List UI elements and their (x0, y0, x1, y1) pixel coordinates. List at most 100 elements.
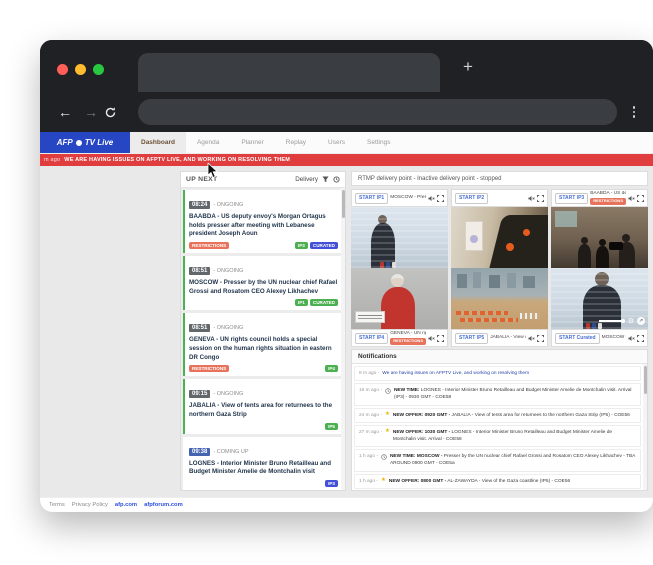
mute-icon[interactable] (428, 335, 435, 342)
close-window-button[interactable] (57, 64, 68, 75)
fullscreen-icon[interactable] (437, 195, 444, 202)
alert-banner: m ago WE ARE HAVING ISSUES ON AFPTV LIVE… (40, 154, 653, 166)
event-status: - COMING UP (213, 449, 248, 455)
event-status: - ONGOING (213, 391, 243, 397)
stream-label-ip5: JABALIA - View of tents ... (490, 335, 526, 341)
star-icon: ★ (381, 478, 386, 484)
start-ip1-button[interactable]: START IP1 (355, 193, 388, 204)
mute-icon[interactable] (628, 335, 635, 342)
rtmp-status-text: RTMP delivery point - Inactive delivery … (358, 176, 502, 182)
browser-toolbar: ← → (40, 92, 653, 132)
fullscreen-icon[interactable] (537, 195, 544, 202)
event-title: BAABDA - US deputy envoy's Morgan Ortagu… (189, 213, 338, 239)
back-icon[interactable]: ← (52, 104, 78, 120)
app-nav-bar: AFP TV Live Dashboard Agenda Planner Rep… (40, 132, 653, 154)
mute-icon[interactable] (628, 195, 635, 202)
star-icon: ★ (385, 412, 390, 418)
address-bar[interactable] (138, 99, 617, 125)
filter-funnel-icon[interactable] (322, 176, 329, 183)
tab-users[interactable]: Users (317, 132, 356, 153)
tab-settings[interactable]: Settings (356, 132, 402, 153)
minimize-window-button[interactable] (75, 64, 86, 75)
browser-tab[interactable] (138, 53, 440, 92)
video-thumbnail-curated-moscow[interactable]: ⚙ ↗ (551, 268, 648, 329)
start-curated-button[interactable]: START Curated (555, 333, 600, 344)
notifications-panel: Notifications 8 m ago - We are having is… (351, 349, 648, 491)
delivery-filter-label[interactable]: Delivery (295, 176, 318, 183)
footer-link-afpforum[interactable]: afpforum.com (144, 502, 183, 508)
maximize-window-button[interactable] (93, 64, 104, 75)
video-thumbnail-ip4-geneva[interactable] (351, 268, 448, 329)
restrictions-badge: RESTRICTIONS (390, 338, 426, 345)
player-controls: ⚙ ↗ (599, 317, 645, 325)
player-settings-icon[interactable]: ⚙ (628, 318, 634, 325)
fullscreen-icon[interactable] (637, 195, 644, 202)
footer-link-terms[interactable]: Terms (49, 502, 65, 508)
event-card-lognes[interactable]: 09:38- COMING UP LOGNES - Interior Minis… (183, 437, 343, 490)
notification-row[interactable]: 1 h ago - NEW TIME: MOSCOW - Presser by … (354, 449, 641, 471)
event-time-badge: 08:51 (189, 324, 210, 332)
reload-icon[interactable] (104, 106, 130, 119)
event-time-badge: 09:38 (189, 448, 210, 456)
footer-link-privacy[interactable]: Privacy Policy (72, 502, 108, 508)
event-status: - ONGOING (213, 268, 243, 274)
notification-row[interactable]: 27 m ago - ★ NEW OFFER: 1030 GMT - LOGNE… (354, 425, 641, 447)
notification-text: NEW TIME: MOSCOW - Presser by the UN nuc… (390, 453, 636, 467)
restrictions-badge: RESTRICTIONS (189, 242, 229, 249)
notification-text: NEW OFFER: 1030 GMT - LOGNES - Interior … (393, 429, 636, 443)
event-title: MOSCOW - Presser by the UN nuclear chief… (189, 279, 338, 296)
notification-row[interactable]: 8 m ago - We are having issues on AFPTV … (354, 366, 641, 381)
stream-toolbar-ip3: START IP3 BAABDA - US deputy en... RESTR… (551, 189, 648, 207)
fullscreen-icon[interactable] (537, 335, 544, 342)
mouse-cursor (207, 163, 219, 179)
event-title: GENEVA - UN rights council holds a speci… (189, 336, 338, 362)
notifications-scrollbar[interactable] (643, 364, 647, 490)
stream-label-ip1: MOSCOW - Presser by t... (390, 195, 426, 201)
tab-agenda[interactable]: Agenda (186, 132, 230, 153)
video-thumbnail-ip5-jabalia[interactable] (451, 268, 548, 329)
afp-tv-live-logo: AFP TV Live (40, 132, 130, 153)
forward-icon[interactable]: → (78, 104, 104, 120)
pip-icon[interactable]: ↗ (637, 317, 645, 325)
video-thumbnail-ip3-baabda[interactable] (551, 207, 648, 268)
reset-filter-icon[interactable] (333, 176, 340, 183)
curated-badge: CURATED (310, 242, 338, 249)
notification-row[interactable]: 24 m ago - ★ NEW OFFER: 0920 GMT - JABAL… (354, 408, 641, 423)
start-ip5-button[interactable]: START IP5 (455, 333, 488, 344)
fullscreen-icon[interactable] (637, 335, 644, 342)
mute-icon[interactable] (528, 195, 535, 202)
notification-text: NEW OFFER: 0800 GMT - AL-ZAWAYDA - View … (389, 478, 570, 485)
event-card-jabalia[interactable]: 09:15- ONGOING JABALIA - View of tents a… (183, 379, 343, 433)
tab-dashboard[interactable]: Dashboard (130, 132, 186, 153)
stream-label-ip4: GENEVA - UN rights cou... RESTRICTIONS (390, 331, 426, 345)
tab-planner[interactable]: Planner (230, 132, 274, 153)
seek-bar[interactable] (599, 320, 625, 322)
delivery-point-badge: IP4 (325, 365, 338, 372)
start-ip2-button[interactable]: START IP2 (455, 193, 488, 204)
notifications-list: 8 m ago - We are having issues on AFPTV … (352, 364, 647, 490)
up-next-scrollbar[interactable] (341, 188, 345, 490)
start-ip3-button[interactable]: START IP3 (555, 193, 588, 204)
browser-menu-icon[interactable] (627, 106, 641, 118)
notification-row[interactable]: 16 m ago - NEW TIME: LOGNES - Interior M… (354, 383, 641, 405)
mute-icon[interactable] (428, 195, 435, 202)
logo-afp-text: AFP (57, 138, 73, 147)
notification-row[interactable]: 1 h ago - ★ NEW OFFER: 0800 GMT - AL-ZAW… (354, 474, 641, 489)
tab-replay[interactable]: Replay (275, 132, 317, 153)
notification-time: 16 m ago - (359, 387, 382, 394)
fullscreen-icon[interactable] (437, 335, 444, 342)
browser-tab-strip: + (40, 40, 653, 92)
alert-banner-message: WE ARE HAVING ISSUES ON AFPTV LIVE, AND … (64, 157, 290, 163)
mute-icon[interactable] (528, 335, 535, 342)
start-ip4-button[interactable]: START IP4 (355, 333, 388, 344)
new-tab-button[interactable]: + (458, 57, 478, 77)
event-card-moscow[interactable]: 08:51- ONGOING MOSCOW - Presser by the U… (183, 256, 343, 310)
up-next-list: 08:24- ONGOING BAABDA - US deputy envoy'… (181, 188, 345, 490)
event-card-baabda[interactable]: 08:24- ONGOING BAABDA - US deputy envoy'… (183, 190, 343, 253)
notification-time: 1 h ago - (359, 478, 378, 485)
notification-text: NEW TIME: LOGNES - Interior Minister Bru… (394, 387, 636, 401)
footer-link-afp[interactable]: afp.com (115, 502, 137, 508)
video-thumbnail-ip1-moscow[interactable] (351, 207, 448, 268)
video-thumbnail-ip2[interactable] (451, 207, 548, 268)
event-card-geneva[interactable]: 08:51- ONGOING GENEVA - UN rights counci… (183, 313, 343, 376)
